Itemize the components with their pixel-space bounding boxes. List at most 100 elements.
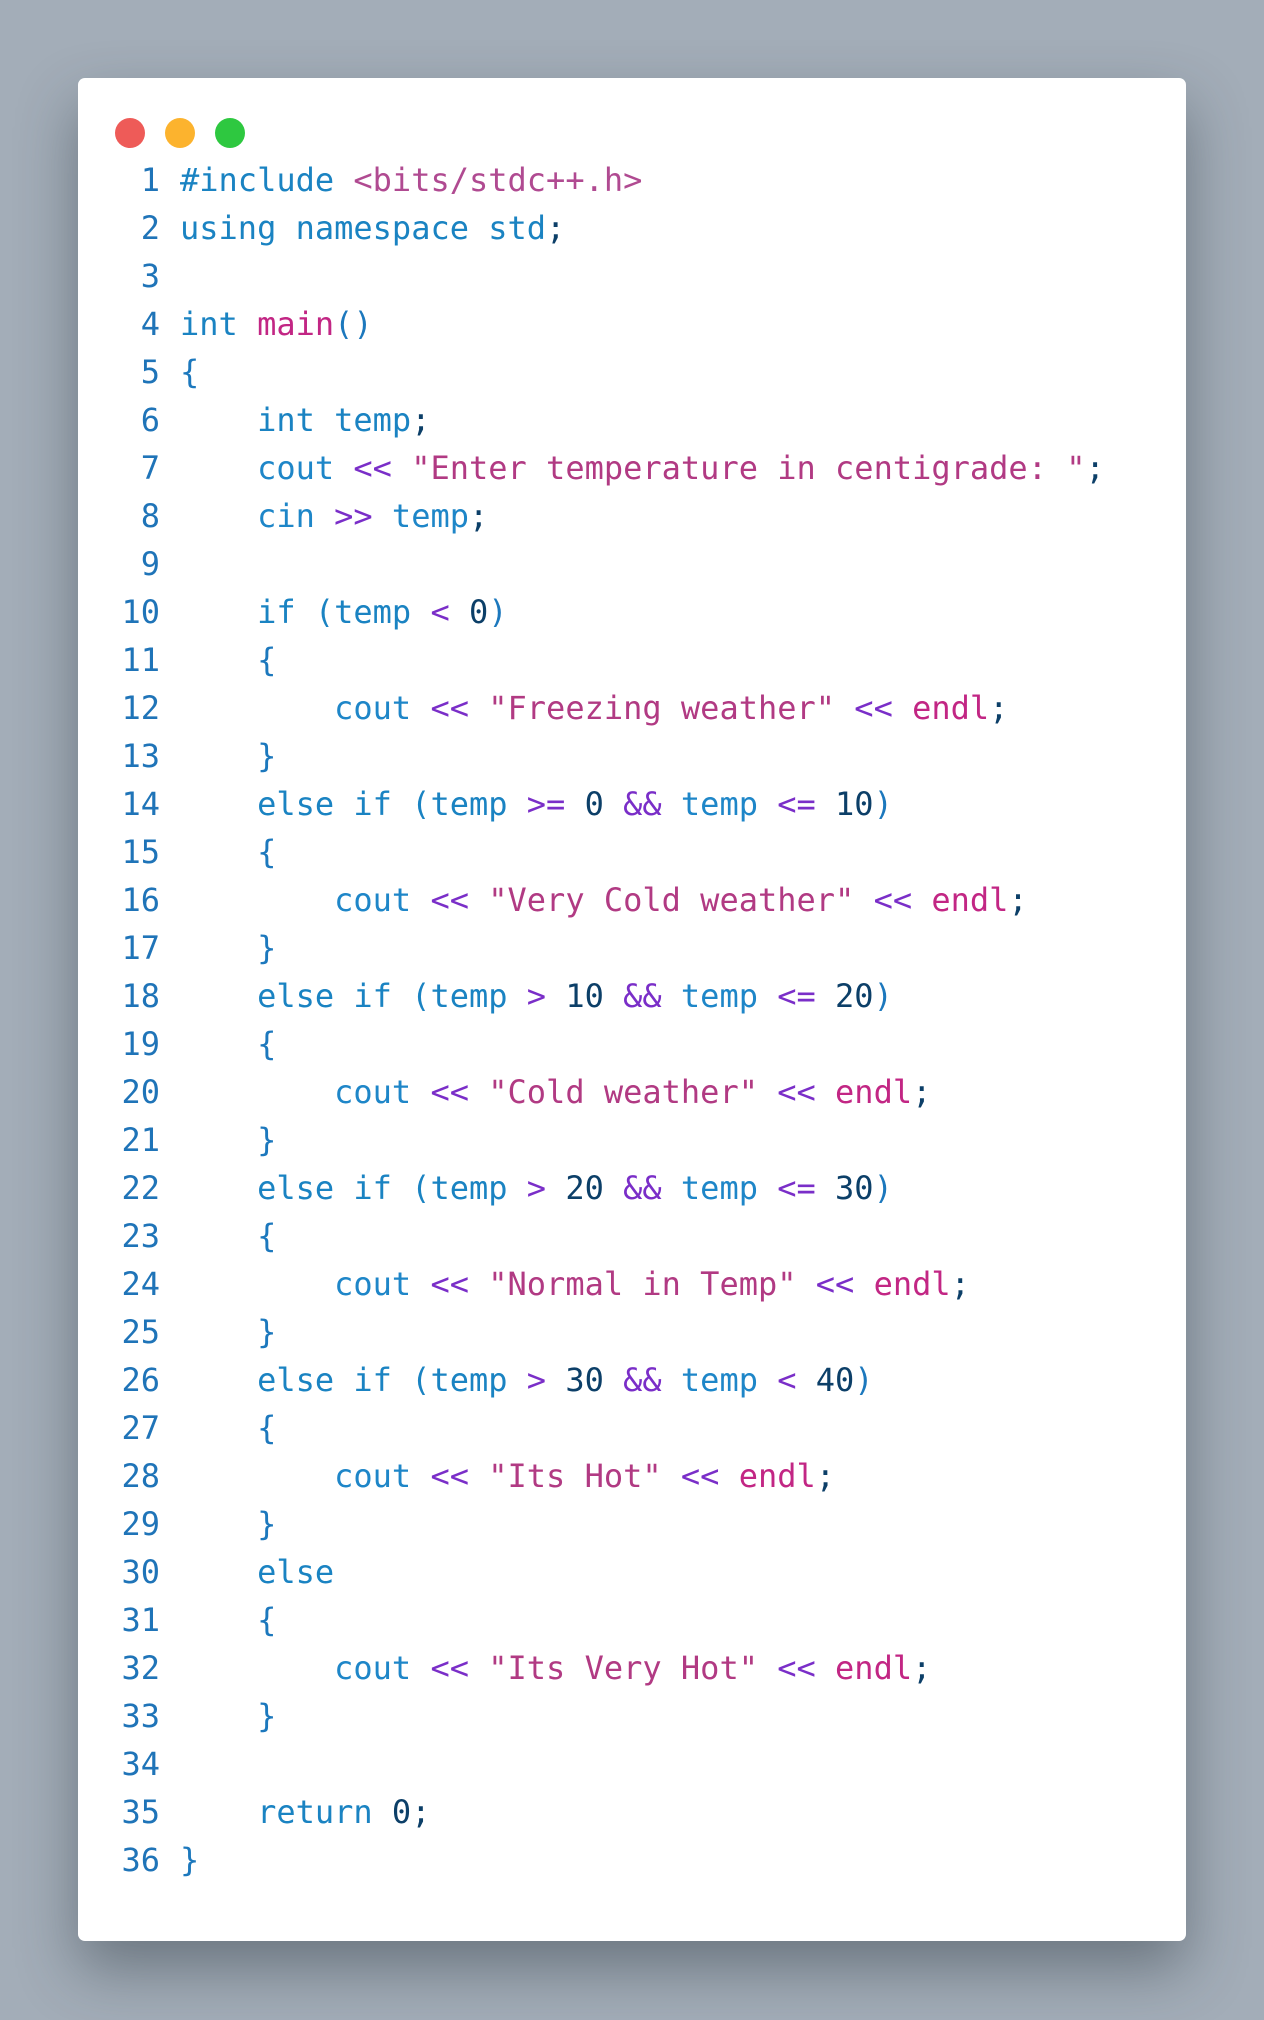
line-number: 16 (121, 881, 160, 919)
line-number: 2 (140, 209, 160, 247)
code-token: ; (546, 209, 566, 247)
code-token: main (257, 305, 335, 343)
code-line: 5{ (92, 348, 1105, 396)
code-token: else (180, 1553, 335, 1591)
code-token: endl (912, 689, 990, 727)
code-token: int temp (180, 401, 412, 439)
code-token: >= (526, 785, 566, 823)
code-token: "Very Cold weather" (488, 881, 855, 919)
close-button[interactable] (115, 118, 145, 148)
code-line: 22 else if (temp > 20 && temp <= 30) (92, 1164, 1105, 1212)
code-text: { (180, 641, 276, 679)
code-line: 1 #include <bits/stdc++.h> (92, 156, 1105, 204)
code-token: else if (temp (180, 977, 527, 1015)
line-number: 11 (121, 641, 160, 679)
code-token: << (430, 881, 469, 919)
code-token: endl (873, 1265, 951, 1303)
code-token: << (854, 689, 893, 727)
code-token: } (180, 1313, 277, 1351)
code-text: { (180, 353, 199, 391)
code-line: 7 cout << "Enter temperature in centigra… (92, 444, 1105, 492)
zoom-button[interactable] (215, 118, 245, 148)
code-token: } (180, 1697, 277, 1735)
code-text: else if (temp > 10 && temp <= 20) (180, 977, 893, 1015)
line-number: 8 (140, 497, 160, 535)
code-token: && (623, 977, 662, 1015)
code-token: { (180, 1409, 277, 1447)
code-line: 27 { (92, 1404, 1105, 1452)
code-line: 8 cin >> temp; (92, 492, 1105, 540)
code-token: } (180, 1121, 277, 1159)
code-text: cout << "Its Very Hot" << endl; (180, 1649, 931, 1687)
code-text: { (180, 1601, 276, 1639)
line-number: 5 (140, 353, 160, 391)
code-text: } (180, 1313, 276, 1351)
code-token: >> (334, 497, 373, 535)
code-line: 12 cout << "Freezing weather" << endl; (92, 684, 1105, 732)
line-number: 23 (121, 1217, 160, 1255)
code-line: 34 (92, 1740, 1105, 1788)
line-number: 34 (121, 1745, 160, 1783)
code-token: "Freezing weather" (488, 689, 836, 727)
code-block: 1 #include <bits/stdc++.h> 2 using namespac… (92, 156, 1105, 1884)
code-token: << (873, 881, 913, 919)
line-number: 17 (121, 929, 160, 967)
code-token: << (353, 449, 392, 487)
code-token: ) (854, 1361, 874, 1399)
code-line: 20 cout << "Cold weather" << endl; (92, 1068, 1105, 1116)
code-token: { (180, 1025, 277, 1063)
code-text: { (180, 833, 276, 871)
code-token: 40 (815, 1361, 855, 1399)
code-token: if (temp (180, 593, 431, 631)
code-token: << (815, 1265, 855, 1303)
line-number: 24 (121, 1265, 160, 1303)
line-number: 35 (121, 1793, 160, 1831)
code-token: > (526, 1169, 547, 1207)
code-line: 10 if (temp < 0) (92, 588, 1105, 636)
code-token: } (180, 1505, 277, 1543)
code-line: 21 } (92, 1116, 1105, 1164)
line-number: 14 (121, 785, 160, 823)
code-token: ; (411, 1793, 431, 1831)
code-line: 6 int temp; (92, 396, 1105, 444)
line-number: 36 (121, 1841, 160, 1879)
line-number: 7 (140, 449, 160, 487)
line-number: 1 (140, 161, 160, 199)
code-token: 30 (565, 1361, 604, 1399)
code-line: 24 cout << "Normal in Temp" << endl; (92, 1260, 1105, 1308)
line-number: 30 (121, 1553, 160, 1591)
code-token: { (180, 1217, 277, 1255)
code-token: <bits/stdc++.h> (353, 161, 643, 199)
code-token: 20 (835, 977, 874, 1015)
code-token: } (180, 929, 277, 967)
code-text: } (180, 1505, 276, 1543)
code-text: cin >> temp; (180, 497, 488, 535)
code-text: cout << "Cold weather" << endl; (180, 1073, 931, 1111)
code-token: << (777, 1649, 816, 1687)
code-line: 23 { (92, 1212, 1105, 1260)
line-number: 19 (121, 1025, 160, 1063)
line-number: 28 (121, 1457, 160, 1495)
code-token: ; (411, 401, 431, 439)
line-number: 9 (140, 545, 160, 583)
line-number: 3 (140, 257, 160, 295)
code-text: } (180, 929, 276, 967)
code-token: cout (180, 1073, 431, 1111)
code-token: && (623, 1361, 662, 1399)
minimize-button[interactable] (165, 118, 195, 148)
